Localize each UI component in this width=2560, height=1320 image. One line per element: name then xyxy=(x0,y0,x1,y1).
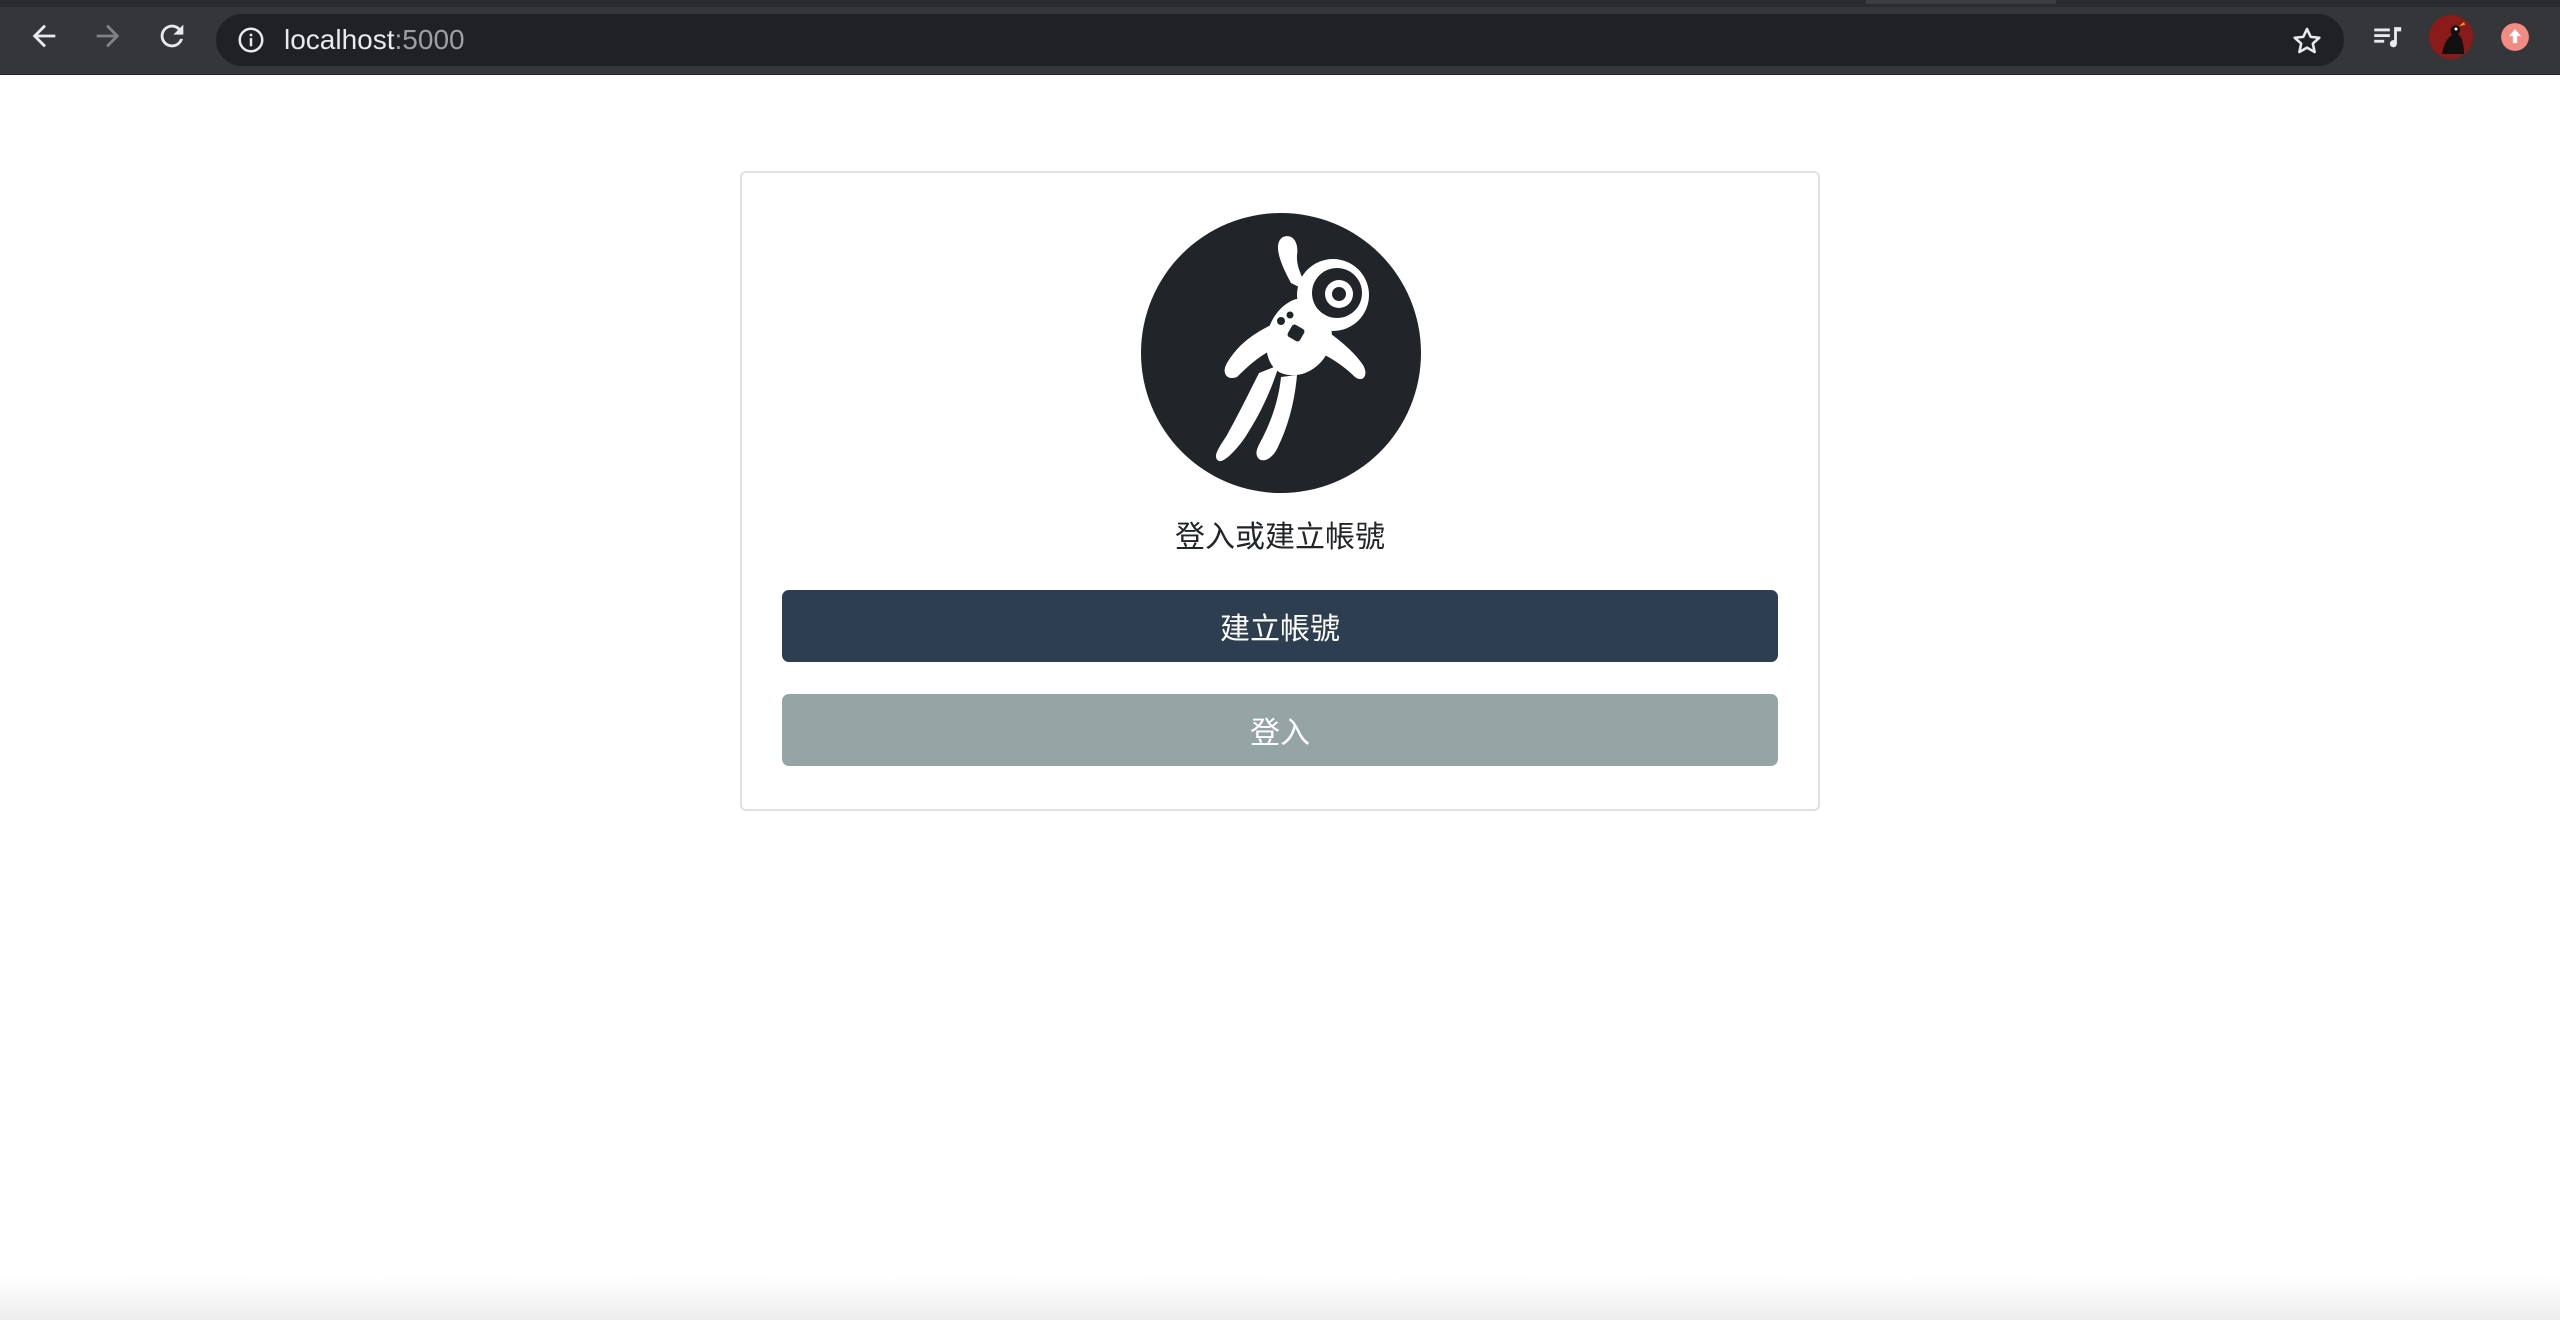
url-host: localhost xyxy=(284,24,395,55)
browser-toolbar: localhost:5000 xyxy=(0,0,2560,75)
reading-list-button[interactable] xyxy=(2364,14,2410,60)
active-tab-indicator xyxy=(1866,0,2056,4)
profile-button[interactable] xyxy=(2428,14,2474,60)
reload-button[interactable] xyxy=(150,14,194,58)
page-title: 登入或建立帳號 xyxy=(1175,520,1385,555)
star-icon[interactable] xyxy=(2290,24,2324,58)
forward-button[interactable] xyxy=(86,14,130,58)
url-text[interactable]: localhost:5000 xyxy=(284,23,465,57)
address-bar[interactable]: localhost:5000 xyxy=(216,14,2344,66)
profile-avatar xyxy=(2429,15,2473,59)
tab-strip xyxy=(0,0,2560,7)
window-bottom-shadow xyxy=(0,1276,2560,1320)
login-label: 登入 xyxy=(1250,716,1310,751)
login-button[interactable]: 登入 xyxy=(782,694,1778,766)
reload-icon xyxy=(160,24,184,48)
info-icon[interactable] xyxy=(236,25,266,55)
create-account-label: 建立帳號 xyxy=(1220,612,1340,647)
auth-card: 登入或建立帳號 建立帳號 登入 xyxy=(740,171,1820,811)
url-port: :5000 xyxy=(394,24,465,55)
forward-arrow-icon xyxy=(96,24,120,48)
back-arrow-icon xyxy=(32,24,56,48)
update-icon xyxy=(2501,23,2529,51)
back-button[interactable] xyxy=(22,14,66,58)
astronaut-icon xyxy=(1141,213,1421,493)
create-account-button[interactable]: 建立帳號 xyxy=(782,590,1778,662)
update-button[interactable] xyxy=(2492,14,2538,60)
page-content: 登入或建立帳號 建立帳號 登入 xyxy=(0,76,2560,1320)
reading-list-icon xyxy=(2374,27,2402,48)
